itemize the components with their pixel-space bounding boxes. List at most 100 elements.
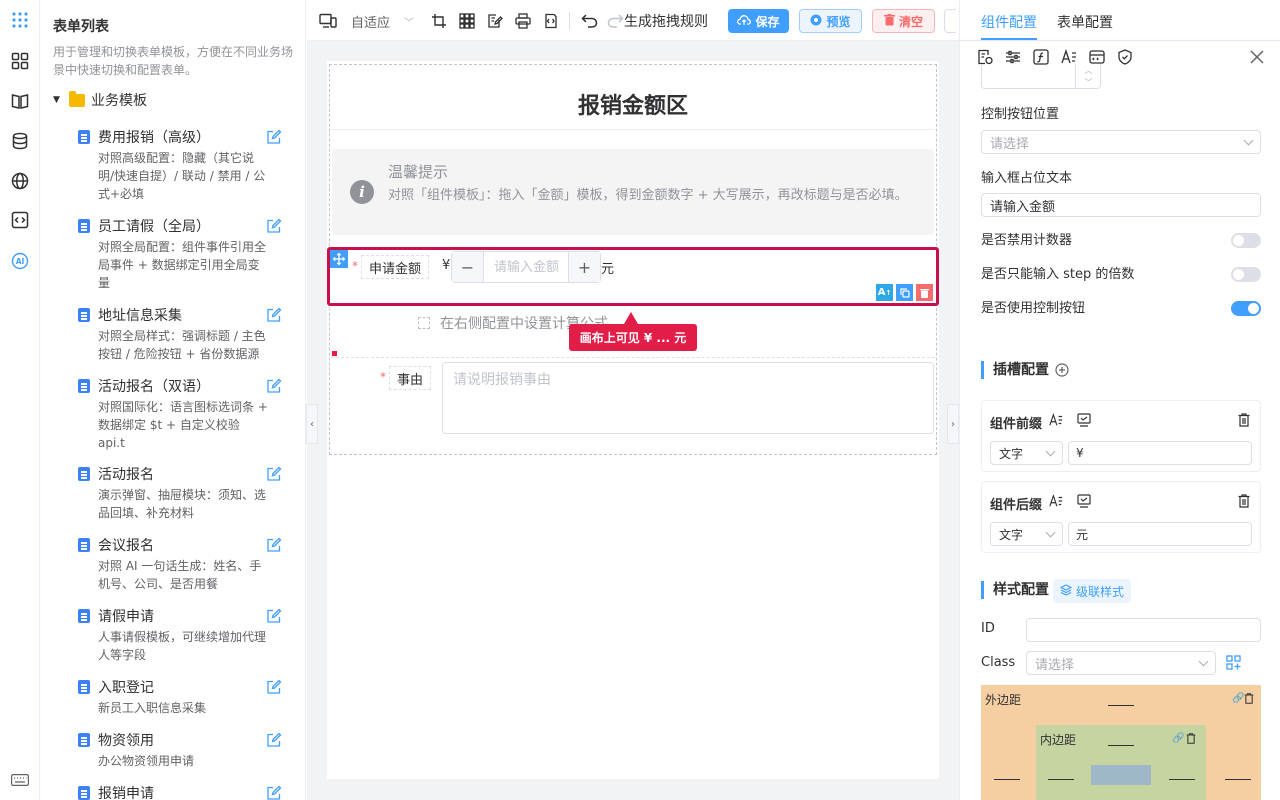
class-select[interactable]: 请选择 (1026, 651, 1216, 675)
tab-component-config[interactable]: 组件配置 (981, 12, 1037, 32)
use-controls-switch[interactable] (1231, 301, 1261, 316)
disable-counter-switch[interactable] (1231, 233, 1261, 248)
copy-icon[interactable] (896, 284, 913, 301)
document-icon (78, 538, 90, 552)
redo-icon[interactable] (606, 12, 624, 30)
image-icon[interactable] (1076, 412, 1092, 428)
placeholder-input[interactable]: 请输入金额 (981, 193, 1261, 217)
edit-form-icon[interactable] (486, 12, 504, 30)
trash-icon[interactable] (1236, 493, 1252, 509)
preview-button[interactable]: 预览 (799, 9, 862, 33)
document-icon (78, 733, 90, 747)
apps-add-icon[interactable] (1226, 655, 1241, 674)
cascade-style-button[interactable]: 级联样式 (1053, 579, 1132, 603)
close-icon[interactable] (1248, 48, 1266, 66)
amount-field-label[interactable]: 申请金额 (361, 255, 430, 279)
script-icon[interactable] (542, 12, 560, 30)
code-icon[interactable] (8, 208, 32, 232)
margin-right-input[interactable] (1225, 779, 1251, 780)
edit-icon[interactable] (266, 466, 282, 482)
shield-icon[interactable] (1116, 48, 1134, 66)
increase-button[interactable]: + (568, 252, 600, 282)
collapse-right-toggle[interactable]: › (947, 404, 959, 444)
prefix-type-select[interactable]: 文字 (990, 441, 1063, 465)
device-icon[interactable] (319, 12, 337, 30)
link-icon[interactable]: 🔗 (1232, 693, 1244, 704)
marker-dot (332, 351, 337, 356)
prefix-slot-card: 组件前缀 文字 ¥ (981, 400, 1261, 472)
padding-right-input[interactable] (1169, 779, 1195, 780)
link-icon[interactable]: 🔗 (1172, 733, 1184, 744)
layout-icon[interactable] (8, 49, 32, 73)
reason-textarea[interactable]: 请说明报销事由 (442, 362, 934, 434)
text-style-icon[interactable] (1048, 412, 1064, 428)
grid-icon[interactable] (458, 12, 476, 30)
step-stepper[interactable]: ︿ ﹀ (1075, 64, 1101, 89)
padding-label: 内边距 (1040, 733, 1077, 747)
ai-icon[interactable]: AI (8, 249, 32, 273)
edit-icon[interactable] (266, 378, 282, 394)
document-icon (78, 308, 90, 322)
margin-left-input[interactable] (994, 779, 1020, 780)
generate-rule-button[interactable]: 生成拖拽规则 (624, 11, 708, 31)
edit-icon[interactable] (266, 218, 282, 234)
reason-field-label[interactable]: 事由 (389, 366, 432, 390)
form-title[interactable]: 报销金额区 (331, 88, 935, 120)
form-list-panel: 表单列表 用于管理和切换表单模板，方便在不同业务场景中快速切换和配置表单。 ▼ … (40, 0, 306, 800)
delete-icon[interactable] (916, 284, 933, 301)
edit-icon[interactable] (266, 608, 282, 624)
trash-icon[interactable] (1186, 733, 1196, 747)
id-input[interactable] (1026, 618, 1261, 642)
suffix-type-select[interactable]: 文字 (990, 522, 1063, 546)
caret-down-icon[interactable]: ▼ (53, 95, 63, 105)
prefix-type-value: 文字 (999, 446, 1024, 461)
undo-icon[interactable] (580, 12, 598, 30)
trash-icon[interactable] (1244, 693, 1254, 707)
text-style-icon[interactable] (1048, 493, 1064, 509)
amount-prefix: ¥ (442, 258, 451, 273)
crop-icon[interactable] (430, 12, 448, 30)
add-circle-icon[interactable] (1055, 363, 1069, 381)
toolbar: 自适应 ﹀ 生成拖拽规则 保存 预览 清空 (307, 0, 959, 41)
amount-number-input[interactable]: − + (451, 251, 601, 283)
control-position-label: 控制按钮位置 (981, 107, 1060, 122)
toolbar-overflow-button[interactable] (944, 9, 956, 33)
image-icon[interactable] (1076, 493, 1092, 509)
margin-top-input[interactable] (1108, 705, 1134, 706)
collapse-left-toggle[interactable]: ‹ (306, 404, 318, 444)
chevron-down-icon[interactable]: ﹀ (1085, 77, 1093, 88)
config-tabs: 组件配置 表单配置 (960, 0, 1280, 41)
edit-icon[interactable] (266, 129, 282, 145)
tab-form-config[interactable]: 表单配置 (1057, 12, 1113, 32)
database-icon[interactable] (8, 129, 32, 153)
formula-checkbox[interactable] (418, 317, 430, 329)
preview-label: 预览 (826, 14, 851, 29)
info-alert[interactable]: i 温馨提示 对照「组件模板」：拖入「金额」模板，得到金额数字 + 大写展示，再… (332, 149, 934, 235)
ai-assist-icon[interactable]: A ↑ (876, 284, 893, 301)
edit-icon[interactable] (266, 785, 282, 800)
drag-move-icon[interactable] (330, 250, 348, 268)
trash-icon[interactable] (1236, 412, 1252, 428)
save-button[interactable]: 保存 (728, 9, 789, 33)
amount-input[interactable] (485, 252, 568, 282)
folder-business-templates[interactable]: ▼ 业务模板 (53, 90, 147, 110)
step-multiple-switch[interactable] (1231, 267, 1261, 282)
padding-left-input[interactable] (1048, 779, 1074, 780)
book-icon[interactable] (8, 89, 32, 113)
edit-icon[interactable] (266, 732, 282, 748)
print-icon[interactable] (514, 12, 532, 30)
grid-apps-icon[interactable] (8, 8, 32, 32)
chevron-up-icon[interactable]: ︿ (1085, 65, 1093, 76)
keyboard-icon[interactable] (8, 768, 32, 792)
padding-top-input[interactable] (1108, 745, 1134, 746)
layout-mode-select[interactable]: 自适应 ﹀ (351, 12, 414, 31)
edit-icon[interactable] (266, 307, 282, 323)
control-position-select[interactable]: 请选择 (981, 130, 1261, 154)
edit-icon[interactable] (266, 537, 282, 553)
decrease-button[interactable]: − (452, 252, 484, 282)
edit-icon[interactable] (266, 679, 282, 695)
suffix-value-input[interactable]: 元 (1068, 522, 1252, 546)
clear-button[interactable]: 清空 (872, 9, 935, 33)
globe-icon[interactable] (8, 169, 32, 193)
prefix-value-input[interactable]: ¥ (1068, 441, 1252, 465)
